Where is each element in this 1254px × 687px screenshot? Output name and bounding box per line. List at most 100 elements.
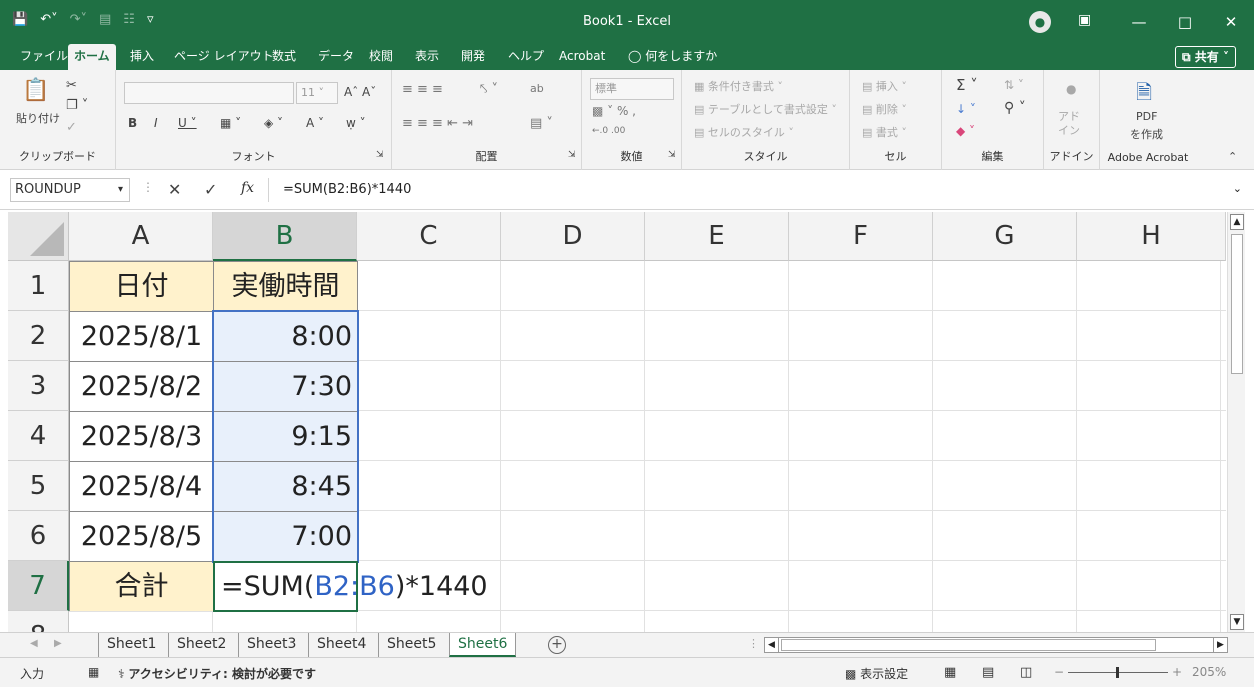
ribbon-display-icon[interactable]: ▣ (1078, 12, 1091, 28)
column-header-e[interactable]: E (645, 212, 789, 261)
tab-file[interactable]: ファイル (14, 44, 74, 70)
enter-icon[interactable]: ✓ (204, 180, 217, 199)
column-header-g[interactable]: G (933, 212, 1077, 261)
cell-b2[interactable]: 8:00 (213, 311, 358, 362)
cancel-icon[interactable]: ✕ (168, 180, 181, 199)
scroll-right-icon[interactable]: ▶ (1213, 638, 1227, 652)
cell-b4[interactable]: 9:15 (213, 411, 358, 462)
font-color-icon[interactable]: A ˅ (306, 116, 324, 130)
pdf-icon[interactable]: 🗎 (1136, 78, 1152, 112)
paste-button[interactable]: 貼り付け (16, 110, 60, 126)
horizontal-scroll-thumb[interactable] (781, 639, 1156, 651)
cell-a2[interactable]: 2025/8/1 (69, 311, 214, 362)
restore-icon[interactable]: □ (1162, 0, 1208, 44)
page-layout-view-icon[interactable]: ▤ (982, 665, 994, 680)
column-header-d[interactable]: D (501, 212, 645, 261)
decimal-icon[interactable]: ←.0 .00 (592, 126, 625, 136)
bold-icon[interactable]: B (128, 116, 137, 130)
tab-split-handle[interactable]: ⋮ (748, 637, 759, 650)
row-header-5[interactable]: 5 (8, 461, 69, 511)
row-header-2[interactable]: 2 (8, 311, 69, 361)
sheet-tab-6[interactable]: Sheet6 (449, 633, 517, 657)
fill-color-icon[interactable]: ◈ ˅ (264, 116, 283, 130)
addins-icon[interactable]: ● (1066, 82, 1076, 96)
cell-a4[interactable]: 2025/8/3 (69, 411, 214, 462)
normal-view-icon[interactable]: ▦ (944, 665, 956, 680)
column-header-a[interactable]: A (69, 212, 213, 261)
accessibility-checker[interactable]: ⚕ アクセシビリティ: 検討が必要です (118, 665, 316, 682)
row-header-3[interactable]: 3 (8, 361, 69, 411)
page-break-view-icon[interactable]: ◫ (1020, 665, 1032, 680)
copy-icon[interactable]: ❐ ˅ (66, 98, 88, 113)
row-header-1[interactable]: 1 (8, 261, 69, 311)
tab-help[interactable]: ヘルプ (502, 44, 550, 70)
format-painter-icon[interactable]: ✓ (66, 120, 77, 135)
next-sheet-icon[interactable]: ▶ (54, 638, 62, 649)
cell-a7[interactable]: 合計 (69, 561, 214, 612)
cell-b5[interactable]: 8:45 (213, 461, 358, 512)
sheet-tab-5[interactable]: Sheet5 (378, 633, 444, 657)
wrap-text-icon[interactable]: ab (530, 82, 544, 95)
tab-data[interactable]: データ (312, 44, 360, 70)
row-8-cells[interactable] (69, 611, 357, 632)
autosum-icon[interactable]: Σ ˅ (956, 76, 978, 94)
new-sheet-icon[interactable]: + (548, 636, 566, 654)
cell-styles-button[interactable]: ▤ セルのスタイル ˅ (694, 124, 794, 140)
tab-home[interactable]: ホーム (68, 44, 116, 70)
tell-me-search[interactable]: ◯ 何をしますか (622, 44, 723, 70)
cell-b1[interactable]: 実働時間 (213, 261, 358, 312)
name-box[interactable]: ROUNDUP ▾ (10, 178, 130, 202)
minimize-icon[interactable]: — (1116, 0, 1162, 44)
merge-center-icon[interactable]: ▤ ˅ (530, 116, 553, 131)
scroll-down-icon[interactable]: ▼ (1230, 614, 1244, 630)
insert-function-icon[interactable]: fx (241, 180, 254, 196)
clear-icon[interactable]: ◆ ˅ (956, 124, 975, 138)
vertical-scrollbar[interactable]: ▲ ▼ (1227, 212, 1245, 632)
format-cells-button[interactable]: ▤ 書式 ˅ (862, 124, 907, 140)
close-icon[interactable]: ✕ (1208, 0, 1254, 44)
select-all-button[interactable] (8, 212, 69, 261)
row-header-7[interactable]: 7 (8, 561, 69, 611)
borders-icon[interactable]: ▦ ˅ (220, 116, 241, 130)
cut-icon[interactable]: ✂ (66, 78, 77, 93)
conditional-format-button[interactable]: ▦ 条件付き書式 ˅ (694, 78, 783, 94)
create-pdf-label[interactable]: PDF (1136, 110, 1157, 123)
sort-filter-icon[interactable]: ⇅ ˅ (1004, 78, 1024, 92)
cell-a3[interactable]: 2025/8/2 (69, 361, 214, 412)
cell-a6[interactable]: 2025/8/5 (69, 511, 214, 562)
row-header-6[interactable]: 6 (8, 511, 69, 561)
insert-cells-button[interactable]: ▤ 挿入 ˅ (862, 78, 907, 94)
font-name-select[interactable] (124, 82, 294, 104)
top-align-icon[interactable]: ≡ ≡ ≡ (402, 82, 443, 97)
sheet-tab-3[interactable]: Sheet3 (238, 633, 304, 657)
name-box-dropdown-icon[interactable]: ▾ (118, 179, 123, 201)
zoom-level[interactable]: 205% (1192, 665, 1226, 679)
collapse-ribbon-icon[interactable]: ⌃ (1228, 150, 1237, 163)
share-button[interactable]: ⧉ 共有 ˅ (1175, 46, 1236, 68)
cell-b3[interactable]: 7:30 (213, 361, 358, 412)
tab-page-layout[interactable]: ページ レイアウト (168, 44, 280, 70)
zoom-out-icon[interactable]: − (1054, 665, 1064, 679)
account-avatar-icon[interactable]: ● (1029, 11, 1051, 33)
italic-icon[interactable]: I (154, 116, 158, 130)
cell-b6[interactable]: 7:00 (213, 511, 358, 562)
prev-sheet-icon[interactable]: ◀ (30, 638, 38, 649)
fill-icon[interactable]: ↓ ˅ (956, 102, 976, 116)
create-pdf-sub[interactable]: を作成 (1130, 126, 1163, 142)
tab-review[interactable]: 校閲 (363, 44, 399, 70)
formula-input[interactable]: =SUM(B2:B6)*1440 (268, 178, 1238, 202)
row-header-4[interactable]: 4 (8, 411, 69, 461)
format-as-table-button[interactable]: ▤ テーブルとして書式設定 ˅ (694, 101, 837, 117)
column-header-b[interactable]: B (213, 212, 357, 261)
column-header-f[interactable]: F (789, 212, 933, 261)
expand-formula-icon[interactable]: ⌄ (1233, 182, 1242, 195)
tab-developer[interactable]: 開発 (455, 44, 491, 70)
scroll-up-icon[interactable]: ▲ (1230, 214, 1244, 230)
macro-record-icon[interactable]: ▦ (88, 665, 99, 679)
cell-b7-editing[interactable]: =SUM(B2:B6)*1440 (213, 561, 488, 612)
vertical-scroll-thumb[interactable] (1231, 234, 1243, 374)
orientation-icon[interactable]: ⤣ ˅ (480, 82, 498, 97)
grow-font-icon[interactable]: Aˆ Aˇ (344, 85, 376, 99)
scroll-left-icon[interactable]: ◀ (765, 638, 779, 652)
paste-icon[interactable]: 📋 (22, 78, 49, 103)
